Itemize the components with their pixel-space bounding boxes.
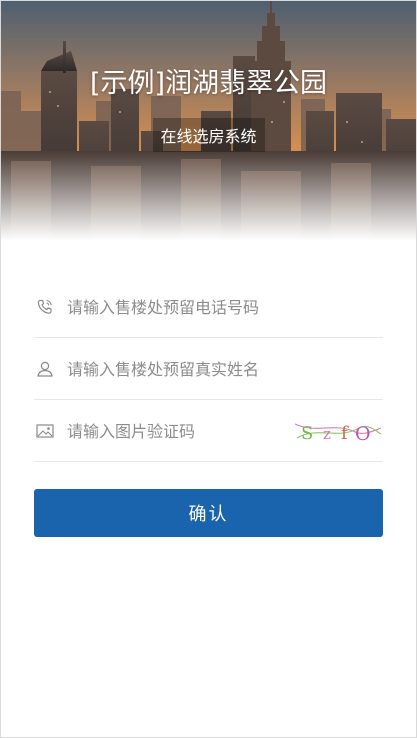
captcha-char-2: z — [323, 425, 331, 443]
captcha-char-3: f — [341, 423, 349, 444]
captcha-field-row: S z f O — [34, 401, 383, 462]
phone-field-row — [34, 277, 383, 338]
captcha-image[interactable]: S z f O — [295, 420, 381, 444]
login-page: [示例]润湖翡翠公园 在线选房系统 请输入售楼处预留电话号码 请输入售楼处预留真… — [0, 0, 417, 738]
confirm-button[interactable]: 确认 — [34, 489, 383, 537]
image-icon — [36, 422, 54, 440]
hero-banner: [示例]润湖翡翠公园 在线选房系统 — [1, 1, 416, 241]
phone-input[interactable] — [67, 297, 383, 317]
project-title: [示例]润湖翡翠公园 — [89, 68, 328, 99]
captcha-char-1: S — [301, 423, 313, 444]
phone-icon — [36, 298, 54, 316]
login-form: S z f O — [34, 277, 383, 463]
captcha-char-4: O — [355, 423, 371, 444]
name-input[interactable] — [67, 359, 383, 379]
user-icon — [36, 360, 54, 378]
system-subtitle: 在线选房系统 — [152, 118, 265, 152]
name-field-row — [34, 339, 383, 400]
